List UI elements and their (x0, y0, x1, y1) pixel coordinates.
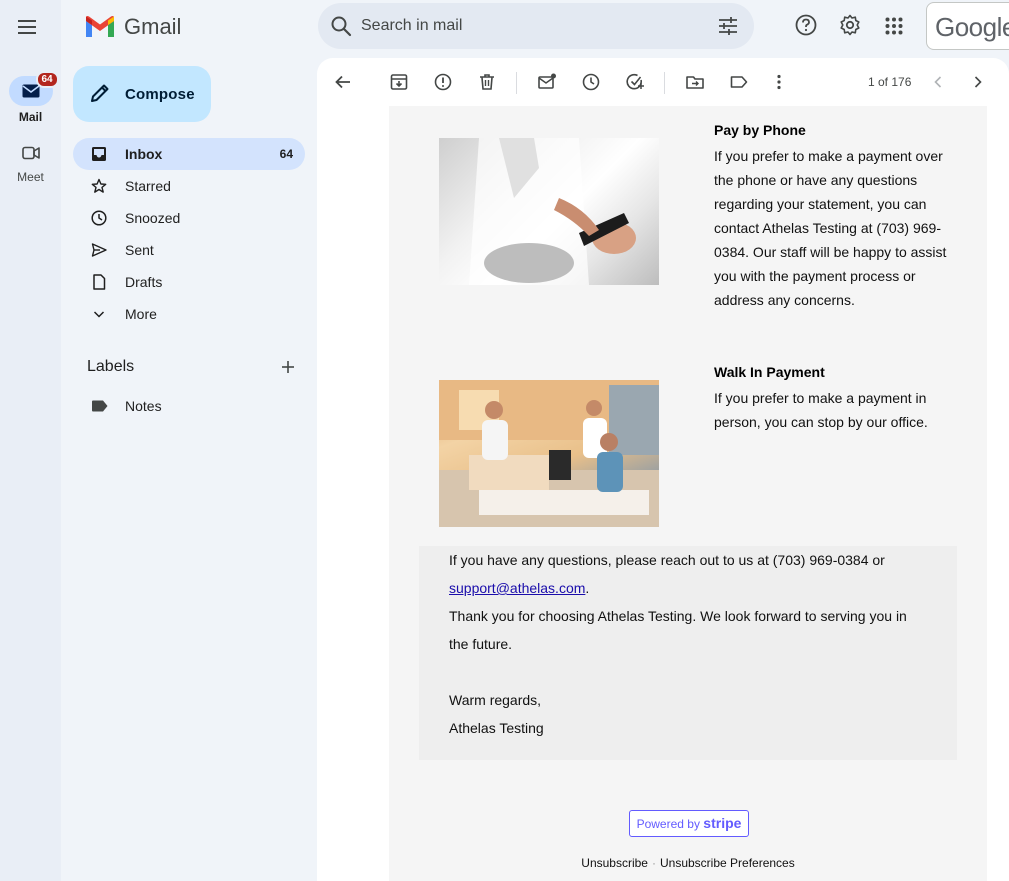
gmail-m-icon (86, 16, 114, 37)
walk-in-title: Walk In Payment (714, 364, 825, 380)
mail-pill[interactable]: 64 (8, 71, 59, 106)
add-label-icon[interactable] (279, 358, 297, 376)
nav-item-snoozed[interactable]: Snoozed (73, 202, 305, 234)
pagination-count: 1 of 176 (868, 75, 912, 89)
archive-icon[interactable] (389, 72, 409, 92)
message-toolbar: 1 of 176 (317, 58, 1009, 106)
nav-label: Drafts (125, 274, 163, 290)
phone-payment-illustration (469, 138, 636, 285)
rail-meet[interactable]: Meet (0, 146, 61, 184)
label-tag-icon[interactable] (729, 72, 749, 92)
mail-icon (22, 84, 39, 98)
questions-paragraph: If you have any questions, please reach … (449, 546, 929, 602)
email-body: Pay by Phone If you prefer to make a pay… (389, 106, 987, 881)
scrollbar-track[interactable] (988, 106, 1009, 881)
powered-by-label: Powered by (636, 817, 700, 831)
nav-item-sent[interactable]: Sent (73, 234, 305, 266)
search-icon[interactable] (330, 15, 352, 37)
search-input[interactable]: Search in mail (361, 17, 462, 35)
questions-suffix: . (585, 580, 590, 596)
questions-text: If you have any questions, please reach … (449, 552, 885, 568)
back-arrow-icon[interactable] (333, 72, 353, 92)
mail-nav: Inbox 64 Starred Snoozed Sent Drafts Mor… (73, 138, 305, 330)
gmail-logo[interactable]: Gmail (84, 14, 181, 40)
rail-mail-label: Mail (18, 110, 43, 124)
help-icon[interactable] (795, 14, 817, 36)
send-icon (91, 243, 107, 257)
pay-by-phone-title: Pay by Phone (714, 122, 806, 138)
message-view: 1 of 176 Pay by Phone If you prefer to m… (317, 58, 1009, 881)
search-bar[interactable]: Search in mail (318, 3, 754, 49)
walk-in-payment-image (439, 380, 659, 527)
reception-desk-illustration (439, 380, 659, 527)
label-item-notes[interactable]: Notes (73, 396, 305, 416)
labels-header: Labels (87, 358, 297, 376)
rail-meet-label: Meet (17, 170, 44, 184)
video-camera-icon (21, 146, 40, 160)
inbox-icon (92, 147, 106, 161)
compose-button[interactable]: Compose (73, 66, 211, 122)
pencil-icon (91, 84, 109, 102)
chevron-down-icon (93, 311, 105, 318)
draft-icon (93, 274, 106, 290)
star-icon (91, 178, 107, 193)
label-name: Notes (125, 398, 162, 414)
nav-label: Sent (125, 242, 154, 258)
search-options-icon[interactable] (718, 16, 738, 36)
compose-label: Compose (125, 86, 195, 103)
google-logo-text: Google (935, 12, 1009, 42)
settings-gear-icon[interactable] (839, 14, 861, 36)
nav-label: More (125, 306, 157, 322)
nav-label: Starred (125, 178, 171, 194)
powered-by-stripe-badge[interactable]: Powered by stripe (629, 810, 749, 837)
email-closing-section: If you have any questions, please reach … (419, 546, 957, 760)
pay-by-phone-text: If you prefer to make a payment over the… (714, 148, 947, 308)
report-spam-icon[interactable] (433, 72, 453, 92)
app-title: Gmail (124, 14, 182, 39)
pay-by-phone-image (439, 138, 659, 285)
apps-grid-icon[interactable] (885, 17, 903, 35)
regards-line: Warm regards, (449, 692, 542, 708)
unsubscribe-links: Unsubscribe · Unsubscribe Preferences (581, 856, 795, 870)
nav-item-inbox[interactable]: Inbox 64 (73, 138, 305, 170)
unsubscribe-preferences-link[interactable]: Unsubscribe Preferences (660, 856, 795, 870)
google-account-button[interactable]: Google (926, 2, 1009, 50)
walk-in-text: If you prefer to make a payment in perso… (714, 390, 928, 430)
stripe-logo-text: stripe (703, 815, 742, 831)
nav-label: Snoozed (125, 210, 181, 226)
more-vertical-icon[interactable] (769, 72, 789, 92)
rail-mail[interactable]: 64 Mail (0, 71, 61, 124)
delete-trash-icon[interactable] (477, 72, 497, 92)
nav-item-drafts[interactable]: Drafts (73, 266, 305, 298)
mark-unread-icon[interactable] (537, 72, 557, 92)
clock-icon (91, 210, 107, 226)
inbox-count: 64 (279, 147, 293, 161)
labels-title: Labels (87, 358, 135, 375)
add-task-icon[interactable] (625, 72, 645, 92)
signature-line: Athelas Testing (449, 720, 544, 736)
toolbar-divider (516, 72, 517, 94)
nav-item-starred[interactable]: Starred (73, 170, 305, 202)
main-menu-icon[interactable] (12, 12, 42, 40)
thanks-paragraph: Thank you for choosing Athelas Testing. … (449, 608, 907, 652)
support-email-link[interactable]: support@athelas.com (449, 580, 585, 596)
label-icon (92, 400, 108, 412)
chevron-right-icon[interactable] (968, 72, 988, 92)
app-rail: 64 Mail Meet (0, 0, 61, 881)
move-to-folder-icon[interactable] (685, 72, 705, 92)
nav-label: Inbox (125, 146, 163, 162)
nav-item-more[interactable]: More (73, 298, 305, 330)
toolbar-divider (664, 72, 665, 94)
chevron-left-icon[interactable] (928, 72, 948, 92)
snooze-clock-icon[interactable] (581, 72, 601, 92)
unsubscribe-link[interactable]: Unsubscribe (581, 856, 648, 870)
mail-unread-badge: 64 (35, 71, 59, 88)
